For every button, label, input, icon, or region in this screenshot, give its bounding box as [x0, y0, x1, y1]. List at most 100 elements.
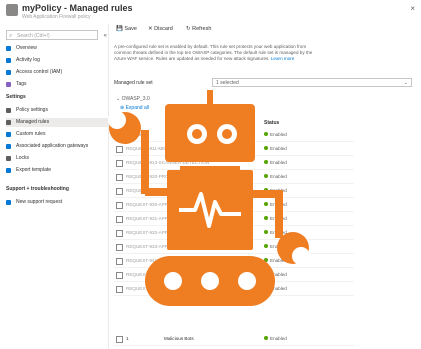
sidebar-item-icon — [6, 200, 11, 205]
enabled-status-icon — [264, 244, 268, 248]
rule-name: REQUEST-942-APPLICATION-ATTACK-SQLI — [126, 272, 220, 277]
save-button[interactable]: 💾 Save — [116, 26, 137, 32]
row-checkbox[interactable] — [116, 286, 123, 293]
expand-all-button[interactable]: ⊕ Expand all — [120, 105, 149, 111]
rule-name: REQUEST-913-SCANNER-DETECTION — [126, 160, 210, 165]
sidebar-item[interactable]: Access control (IAM) — [6, 68, 62, 77]
sidebar-item[interactable]: Policy settings — [6, 106, 48, 115]
sidebar-item[interactable]: Tags — [6, 80, 27, 89]
waf-policy-icon — [6, 4, 18, 16]
column-header-status[interactable]: Status — [264, 120, 279, 126]
rule-name: REQUEST-943-APPLICATION-ATTACK-SESSION-F… — [126, 286, 253, 291]
row-checkbox[interactable] — [116, 188, 123, 195]
status-cell: Enabled — [264, 272, 287, 277]
row-checkbox[interactable] — [116, 132, 123, 139]
row-checkbox[interactable] — [116, 146, 123, 153]
chevron-down-icon: ⌄ — [403, 80, 408, 86]
table-row[interactable]: REQUEST-931-APPLICATION-ATTACK-RFI Enable… — [114, 214, 354, 226]
enabled-status-icon — [264, 202, 268, 206]
table-row[interactable]: REQUEST-921-PROTOCOL-ATTACK Enabled — [114, 186, 354, 198]
rule-name: REQUEST-930-APPLICATION-ATTACK-LFI — [126, 202, 216, 207]
enabled-status-icon — [264, 216, 268, 220]
description: A pre-configured rule set is enabled by … — [114, 44, 313, 61]
sidebar-item-label: Locks — [16, 155, 30, 161]
row-checkbox[interactable] — [116, 272, 123, 279]
blade-header: myPolicy - Managed rules Web Application… — [0, 0, 421, 24]
row-checkbox[interactable] — [116, 230, 123, 237]
sidebar-item-label: Tags — [16, 81, 27, 87]
managed-ruleset-select[interactable]: 1 selected ⌄ — [212, 78, 412, 87]
rule-name: REQUEST-921-PROTOCOL-ATTACK — [126, 188, 204, 193]
table-row[interactable]: 1 Malicious Bots Enabled — [114, 334, 354, 346]
row-checkbox[interactable] — [116, 244, 123, 251]
status-cell: Enabled — [264, 286, 287, 291]
sidebar-item[interactable]: Export template — [6, 166, 51, 175]
row-checkbox[interactable] — [116, 216, 123, 223]
table-row[interactable]: REQUEST-933-APPLICATION-ATTACK-PHP Enable… — [114, 242, 354, 254]
collapse-icon[interactable]: « — [104, 31, 107, 41]
enabled-status-icon — [264, 160, 268, 164]
search-input[interactable]: ⌕ Search (Ctrl+/) « — [6, 30, 107, 40]
learn-more-link[interactable]: Learn more — [271, 56, 295, 61]
status-cell: Enabled — [264, 336, 287, 341]
rule-name: General — [126, 132, 143, 137]
rule-name: REQUEST-932-APPLICATION-ATTACK-RCE — [126, 230, 219, 235]
table-row[interactable]: REQUEST-943-APPLICATION-ATTACK-SESSION-F… — [114, 284, 354, 296]
sidebar-item-label: Managed rules — [16, 119, 50, 125]
table-row[interactable]: REQUEST-942-APPLICATION-ATTACK-SQLI Enabl… — [114, 270, 354, 282]
sidebar-item-icon — [6, 168, 11, 173]
table-row[interactable]: REQUEST-920-PROTOCOL-ENFORCEMENT Enabled — [114, 172, 354, 184]
status-cell: Enabled — [264, 188, 287, 193]
sidebar-item[interactable]: Associated application gateways — [6, 142, 88, 151]
sidebar-item-label: New support request — [16, 199, 63, 205]
sidebar-item[interactable]: New support request — [6, 198, 62, 207]
sidebar-item-label: Export template — [16, 167, 52, 173]
rule-name: REQUEST-933-APPLICATION-ATTACK-PHP — [126, 244, 219, 249]
table-row[interactable]: REQUEST-932-APPLICATION-ATTACK-RCE Enable… — [114, 228, 354, 240]
section-settings: Settings — [6, 94, 26, 100]
table-row[interactable]: General Enabled — [114, 130, 354, 142]
sidebar-item-label: Overview — [16, 45, 37, 51]
rule-name: REQUEST-920-PROTOCOL-ENFORCEMENT — [126, 174, 222, 179]
table-row[interactable]: REQUEST-930-APPLICATION-ATTACK-LFI Enable… — [114, 200, 354, 212]
sidebar-item[interactable]: Locks — [6, 154, 29, 163]
sidebar-item-icon — [6, 58, 11, 63]
sidebar-item-label: Policy settings — [16, 107, 48, 113]
enabled-status-icon — [264, 336, 268, 340]
enabled-status-icon — [264, 132, 268, 136]
sidebar-item[interactable]: Activity log — [6, 56, 40, 65]
refresh-button[interactable]: ↻ Refresh — [186, 26, 211, 32]
sidebar-item-icon — [6, 70, 11, 75]
section-support: Support + troubleshooting — [6, 186, 69, 192]
status-cell: Enabled — [264, 258, 287, 263]
row-checkbox[interactable] — [116, 160, 123, 167]
table-row[interactable]: REQUEST-941-APPLICATION-ATTACK-XSS Enable… — [114, 256, 354, 268]
rule-group-toggle[interactable]: ⌄ OWASP_3.0 — [116, 96, 150, 102]
table-row[interactable]: REQUEST-911-METHOD-ENFORCEMENT Enabled — [114, 144, 354, 156]
table-row[interactable]: REQUEST-913-SCANNER-DETECTION Enabled — [114, 158, 354, 170]
sidebar-item-label: Access control (IAM) — [16, 69, 63, 75]
column-header-name[interactable]: Name — [126, 120, 140, 126]
enabled-status-icon — [264, 258, 268, 262]
sidebar-item[interactable]: Overview — [6, 44, 37, 53]
row-checkbox[interactable] — [116, 202, 123, 209]
row-checkbox[interactable] — [116, 258, 123, 265]
status-cell: Enabled — [264, 160, 287, 165]
enabled-status-icon — [264, 146, 268, 150]
search-icon: ⌕ — [9, 33, 13, 39]
rule-id: 1 — [126, 336, 129, 341]
discard-button[interactable]: ✕ Discard — [148, 26, 173, 32]
row-checkbox[interactable] — [116, 174, 123, 181]
status-cell: Enabled — [264, 146, 287, 151]
status-cell: Enabled — [264, 132, 287, 137]
sidebar-item-label: Custom rules — [16, 131, 46, 137]
sidebar-item-label: Associated application gateways — [16, 143, 89, 149]
close-icon[interactable]: × — [410, 4, 415, 13]
sidebar-item-icon — [6, 108, 11, 113]
sidebar-item[interactable]: Managed rules — [6, 118, 110, 127]
row-checkbox[interactable] — [116, 336, 123, 343]
sidebar-item-icon — [6, 46, 11, 51]
enabled-status-icon — [264, 174, 268, 178]
rule-description: Malicious Bots — [164, 336, 194, 341]
sidebar-item[interactable]: Custom rules — [6, 130, 45, 139]
